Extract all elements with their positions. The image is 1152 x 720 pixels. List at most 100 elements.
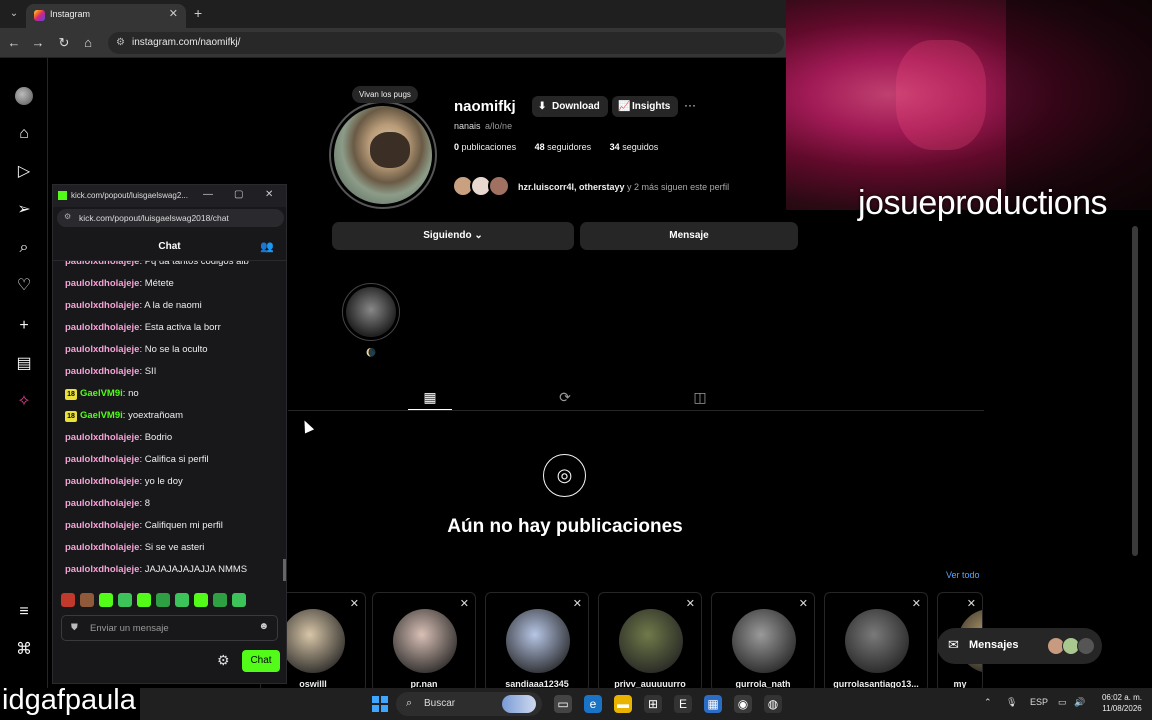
network-icon[interactable]: ▭ xyxy=(1058,697,1067,708)
messages-pill[interactable]: ✉ Mensajes xyxy=(937,628,1102,664)
suggested-account-card[interactable]: ✕ privv_auuuuurro xyxy=(598,592,702,692)
instagram-logo-icon[interactable] xyxy=(15,87,33,105)
suggested-account-card[interactable]: ✕ gurrolasantiago13... xyxy=(824,592,928,692)
emote-icon[interactable] xyxy=(61,593,75,607)
chat-username[interactable]: paulolxdholajeje xyxy=(65,322,139,333)
gear-icon[interactable]: ⚙ xyxy=(217,652,230,669)
suggested-account-card[interactable]: ✕ sandiaaa12345 xyxy=(485,592,589,692)
reels-icon[interactable]: ▷ xyxy=(14,162,34,182)
home-icon[interactable]: ⌂ xyxy=(14,124,34,144)
create-icon[interactable]: + xyxy=(14,316,34,336)
following-stat[interactable]: 34 seguidos xyxy=(610,142,667,152)
apps-icon[interactable]: ⌘ xyxy=(14,640,34,660)
message-button[interactable]: Mensaje xyxy=(580,222,798,250)
chat-username[interactable]: GaelVM9i xyxy=(80,410,123,421)
close-tab-icon[interactable]: ✕ xyxy=(169,7,178,20)
chat-username[interactable]: paulolxdholajeje xyxy=(65,542,139,553)
file-explorer-icon[interactable]: ▬ xyxy=(614,695,632,713)
chat-username[interactable]: paulolxdholajeje xyxy=(65,498,139,509)
reload-icon[interactable]: ↻ xyxy=(56,35,72,51)
tab-reposts-icon[interactable]: ⟳ xyxy=(555,387,575,407)
chat-username[interactable]: paulolxdholajeje xyxy=(65,366,139,377)
dismiss-suggestion-icon[interactable]: ✕ xyxy=(573,597,582,610)
suggested-avatar[interactable] xyxy=(281,609,345,673)
dismiss-suggestion-icon[interactable]: ✕ xyxy=(350,597,359,610)
suggested-avatar[interactable] xyxy=(732,609,796,673)
suggested-avatar[interactable] xyxy=(393,609,457,673)
browser-tab-instagram[interactable]: Instagram ✕ xyxy=(26,4,186,28)
calendar-icon[interactable]: ▦ xyxy=(704,695,722,713)
direct-messages-icon[interactable]: ➢ xyxy=(14,200,34,220)
chat-username[interactable]: paulolxdholajeje xyxy=(65,278,139,289)
chat-username[interactable]: paulolxdholajeje xyxy=(65,454,139,465)
dismiss-suggestion-icon[interactable]: ✕ xyxy=(686,597,695,610)
see-all-link[interactable]: Ver todo xyxy=(946,570,980,580)
epic-games-icon[interactable]: E xyxy=(674,695,692,713)
suggested-account-card[interactable]: ✕ pr.nan xyxy=(372,592,476,692)
microphone-icon[interactable]: 🎙 xyxy=(1006,697,1017,708)
suggested-account-card[interactable]: ✕ gurrola_nath xyxy=(711,592,815,692)
threads-icon[interactable]: ✧ xyxy=(14,392,34,412)
emote-icon[interactable] xyxy=(137,593,151,607)
chat-message-input[interactable] xyxy=(90,621,250,636)
emote-icon[interactable] xyxy=(175,593,189,607)
chat-username[interactable]: paulolxdholajeje xyxy=(65,432,139,443)
chat-username[interactable]: paulolxdholajeje xyxy=(65,300,139,311)
edge-icon[interactable]: e xyxy=(584,695,602,713)
popout-url-field[interactable]: ⚙ kick.com/popout/luisgaelswag2018/chat xyxy=(57,209,284,227)
language-indicator[interactable]: ESP xyxy=(1030,697,1048,707)
more-menu-icon[interactable]: ≡ xyxy=(14,602,34,622)
emote-icon[interactable] xyxy=(80,593,94,607)
suggested-avatar[interactable] xyxy=(506,609,570,673)
emote-icon[interactable] xyxy=(194,593,208,607)
chat-username[interactable]: paulolxdholajeje xyxy=(65,564,139,575)
task-view-icon[interactable]: ▭ xyxy=(554,695,572,713)
emote-icon[interactable] xyxy=(213,593,227,607)
emote-icon[interactable] xyxy=(118,593,132,607)
chat-username[interactable]: paulolxdholajeje xyxy=(65,344,139,355)
tab-posts-grid-icon[interactable]: ▦ xyxy=(420,387,440,407)
more-options-button[interactable]: ··· xyxy=(684,98,696,112)
url-field[interactable]: ⚙ instagram.com/naomifkj/ xyxy=(108,32,784,54)
followers-stat[interactable]: 48 seguidores xyxy=(535,142,600,152)
chat-username[interactable]: GaelVM9i xyxy=(80,388,123,399)
chat-username[interactable]: paulolxdholajeje xyxy=(65,476,139,487)
chrome-icon[interactable]: ◉ xyxy=(734,695,752,713)
minimize-icon[interactable]: — xyxy=(203,189,213,200)
tab-tagged-icon[interactable]: ◫ xyxy=(690,387,710,407)
volume-icon[interactable]: 🔊 xyxy=(1074,697,1085,708)
send-chat-button[interactable]: Chat xyxy=(242,650,280,672)
following-button[interactable]: Siguiendo ⌄ xyxy=(332,222,574,250)
home-icon[interactable]: ⌂ xyxy=(80,35,96,51)
chat-users-icon[interactable]: 👥 xyxy=(260,240,274,253)
followed-by[interactable]: hzr.luiscorr4l, otherstayy y 2 más sigue… xyxy=(452,175,752,199)
taskbar-search[interactable]: ⌕ Buscar xyxy=(396,692,542,716)
back-icon[interactable]: ← xyxy=(6,35,22,51)
close-icon[interactable]: ✕ xyxy=(265,189,273,200)
chat-input-box[interactable]: ⛊ ☻ xyxy=(61,615,278,641)
tab-search-chevron-icon[interactable]: ⌄ xyxy=(6,6,22,22)
page-scrollbar[interactable] xyxy=(1132,226,1138,556)
dismiss-suggestion-icon[interactable]: ✕ xyxy=(967,597,976,610)
windows-start-icon[interactable] xyxy=(372,696,388,712)
story-highlight[interactable] xyxy=(342,283,400,341)
forward-icon[interactable]: → xyxy=(30,35,46,51)
dismiss-suggestion-icon[interactable]: ✕ xyxy=(460,597,469,610)
dashboard-icon[interactable]: ▤ xyxy=(14,354,34,374)
chat-scrollbar[interactable] xyxy=(283,559,286,581)
profile-avatar[interactable] xyxy=(329,101,437,209)
profile-note[interactable]: Vivan los pugs xyxy=(352,86,418,103)
site-info-icon[interactable]: ⚙ xyxy=(64,212,71,221)
insights-button[interactable]: 📈 Insights xyxy=(612,96,679,117)
system-clock[interactable]: 06:02 a. m. 11/08/2026 xyxy=(1092,692,1152,714)
download-button[interactable]: ⬇ Download xyxy=(532,96,608,117)
chat-username[interactable]: paulolxdholajeje xyxy=(65,520,139,531)
dismiss-suggestion-icon[interactable]: ✕ xyxy=(799,597,808,610)
emote-icon[interactable] xyxy=(156,593,170,607)
site-info-icon[interactable]: ⚙ xyxy=(116,37,125,48)
suggested-avatar[interactable] xyxy=(845,609,909,673)
store-icon[interactable]: ⊞ xyxy=(644,695,662,713)
emoji-icon[interactable]: ☻ xyxy=(258,621,269,632)
dismiss-suggestion-icon[interactable]: ✕ xyxy=(912,597,921,610)
obs-icon[interactable]: ◍ xyxy=(764,695,782,713)
